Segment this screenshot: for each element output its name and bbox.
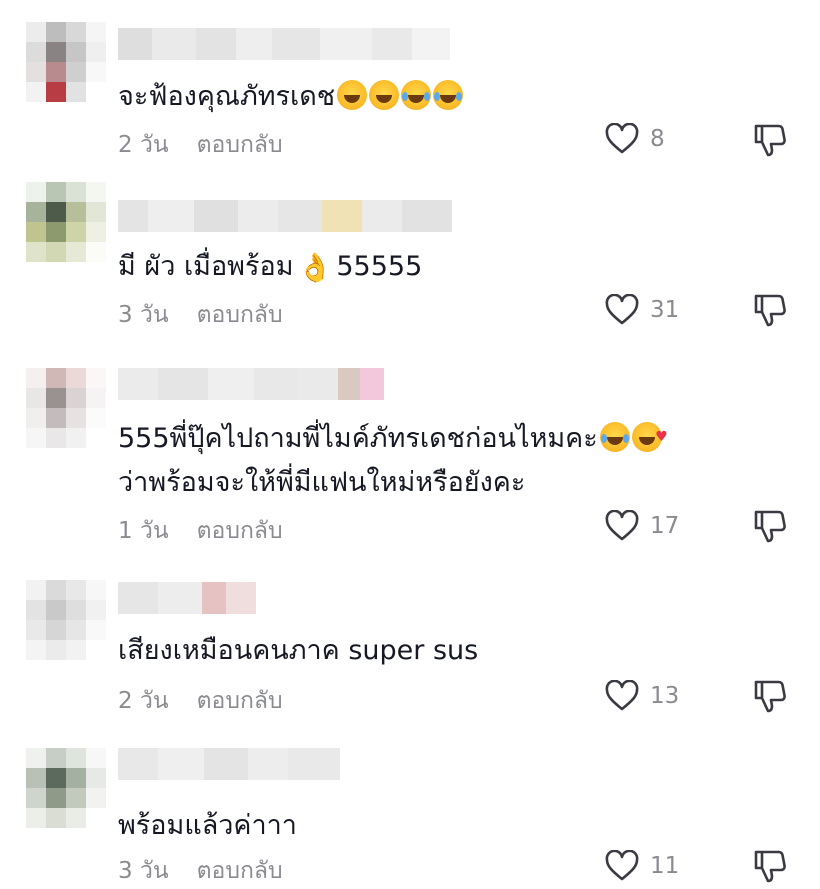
timestamp: 2 วัน xyxy=(118,132,169,158)
like-button[interactable]: 31 xyxy=(604,294,679,326)
grin-emoji-icon xyxy=(337,80,368,110)
username-blurred[interactable] xyxy=(118,200,452,232)
comment-text: ว่าพร้อมจะให้พี่มีแฟนใหม่หรือยังคะ xyxy=(118,462,525,504)
avatar[interactable] xyxy=(26,748,106,828)
username-blurred[interactable] xyxy=(118,748,340,780)
like-button[interactable]: 8 xyxy=(604,123,665,155)
avatar[interactable] xyxy=(26,368,106,448)
comment-text-line2: ว่าพร้อมจะให้พี่มีแฟนใหม่หรือยังคะ xyxy=(118,467,526,498)
avatar[interactable] xyxy=(26,22,106,102)
username-blurred[interactable] xyxy=(118,28,450,60)
tears-of-joy-emoji-icon xyxy=(599,422,630,452)
heart-outline-icon xyxy=(605,680,639,711)
tears-of-joy-emoji-icon xyxy=(401,80,432,110)
comment-text: 555พี่ปุ๊คไปถามพี่ไมค์ภัทรเดชก่อนไหมคะ xyxy=(118,416,668,460)
thumbs-down-icon xyxy=(754,680,786,713)
comment-text-body: จะฟ้องคุณภัทรเดช xyxy=(118,81,336,112)
grin-emoji-icon xyxy=(369,80,400,110)
dislike-button[interactable] xyxy=(752,848,788,884)
thumbs-down-icon xyxy=(754,510,786,543)
timestamp: 3 วัน xyxy=(118,302,169,328)
comment-text: จะฟ้องคุณภัทรเดช xyxy=(118,76,464,118)
like-button[interactable]: 17 xyxy=(604,510,679,542)
ok-hand-emoji-icon: 👌 xyxy=(297,251,333,284)
comment-meta: 2 วัน ตอบกลับ xyxy=(118,683,283,719)
heart-outline-icon xyxy=(605,510,639,541)
comment-meta: 3 วัน ตอบกลับ xyxy=(118,297,283,333)
like-count: 31 xyxy=(650,297,680,323)
comment-text: พร้อมแล้วค่าาา xyxy=(118,805,297,847)
comment-text: มี ผัว เมื่อพร้อม 👌 55555 xyxy=(118,246,422,289)
comment-meta: 3 วัน ตอบกลับ xyxy=(118,853,283,889)
comment-meta: 2 วัน ตอบกลับ xyxy=(118,127,283,163)
reply-button[interactable]: ตอบกลับ xyxy=(197,297,283,333)
dislike-button[interactable] xyxy=(752,678,788,714)
avatar[interactable] xyxy=(26,182,106,262)
like-count: 8 xyxy=(650,126,665,152)
heart-outline-icon xyxy=(605,123,639,154)
comment-text-suffix: 55555 xyxy=(336,251,423,282)
timestamp: 2 วัน xyxy=(118,688,169,714)
tears-of-joy-emoji-icon xyxy=(433,80,464,110)
avatar[interactable] xyxy=(26,580,106,660)
like-count: 11 xyxy=(650,853,680,879)
thumbs-down-icon xyxy=(754,850,786,883)
comment-text-body: มี ผัว เมื่อพร้อม xyxy=(118,251,294,282)
like-count: 17 xyxy=(650,513,680,539)
comment-text-line1: 555พี่ปุ๊คไปถามพี่ไมค์ภัทรเดชก่อนไหมคะ xyxy=(118,423,598,454)
reply-button[interactable]: ตอบกลับ xyxy=(197,853,283,889)
username-blurred[interactable] xyxy=(118,582,256,614)
heart-outline-icon xyxy=(605,294,639,325)
timestamp: 3 วัน xyxy=(118,858,169,884)
reply-button[interactable]: ตอบกลับ xyxy=(197,683,283,719)
like-button[interactable]: 11 xyxy=(604,850,679,882)
dislike-button[interactable] xyxy=(752,122,788,158)
comment-meta: 1 วัน ตอบกลับ xyxy=(118,513,283,549)
smiling-face-with-hearts-emoji-icon xyxy=(631,416,668,458)
reply-button[interactable]: ตอบกลับ xyxy=(197,127,283,163)
thumbs-down-icon xyxy=(754,124,786,157)
dislike-button[interactable] xyxy=(752,292,788,328)
like-count: 13 xyxy=(650,683,680,709)
comment-text: เสียงเหมือนคนภาค super sus xyxy=(118,630,478,672)
thumbs-down-icon xyxy=(754,294,786,327)
heart-outline-icon xyxy=(605,850,639,881)
comment-text-body: เสียงเหมือนคนภาค super sus xyxy=(118,635,479,666)
reply-button[interactable]: ตอบกลับ xyxy=(197,513,283,549)
username-blurred[interactable] xyxy=(118,368,384,400)
dislike-button[interactable] xyxy=(752,508,788,544)
like-button[interactable]: 13 xyxy=(604,680,679,712)
comment-text-body: พร้อมแล้วค่าาา xyxy=(118,810,297,841)
timestamp: 1 วัน xyxy=(118,518,169,544)
